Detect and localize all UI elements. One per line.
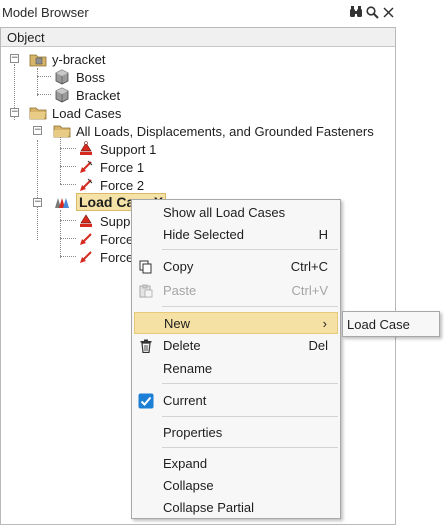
tree-node-force-1[interactable]: Force 1: [77, 158, 144, 176]
tree-connector: [37, 140, 38, 240]
menu-separator: [162, 383, 338, 384]
context-menu: Show all Load Cases Hide Selected H Copy…: [131, 199, 341, 519]
menu-item-properties[interactable]: Properties: [134, 422, 338, 444]
tree-node-bracket[interactable]: Bracket: [53, 86, 120, 104]
tree-node-load-cases[interactable]: Load Cases: [29, 104, 121, 122]
title-bar: Model Browser: [0, 0, 444, 26]
assembly-icon: [29, 50, 47, 68]
support-icon: [77, 212, 95, 230]
window-title: Model Browser: [2, 5, 89, 20]
menu-separator: [162, 416, 338, 417]
submenu-item-load-case[interactable]: Load Case: [347, 317, 410, 332]
menu-item-hide-selected[interactable]: Hide Selected H: [134, 224, 338, 246]
tree-node-boss[interactable]: Boss: [53, 68, 105, 86]
tree-connector: [60, 256, 76, 257]
part-icon: [53, 68, 71, 86]
force-icon: [77, 248, 95, 266]
tree-connector: [60, 210, 61, 258]
column-header[interactable]: Object: [1, 28, 395, 47]
tree-connector: [60, 238, 76, 239]
binoculars-icon[interactable]: [348, 4, 364, 20]
folder-icon: [29, 104, 47, 122]
tree-connector: [60, 136, 61, 184]
menu-item-delete[interactable]: Delete Del: [134, 335, 338, 357]
tree-connector: [60, 184, 76, 185]
checkmark-icon: [138, 393, 154, 409]
column-header-label: Object: [7, 30, 45, 45]
folder-icon: [53, 122, 71, 140]
tree-connector: [37, 94, 51, 95]
menu-item-new[interactable]: New ›: [134, 312, 338, 334]
tree-node-all-loads[interactable]: All Loads, Displacements, and Grounded F…: [53, 122, 374, 140]
menu-item-expand[interactable]: Expand: [134, 453, 338, 475]
menu-item-show-all-load-cases[interactable]: Show all Load Cases: [134, 202, 338, 224]
close-icon[interactable]: [380, 4, 396, 20]
menu-item-paste[interactable]: Paste Ctrl+V: [134, 280, 338, 302]
tree-connector: [37, 68, 38, 96]
menu-separator: [162, 306, 338, 307]
force-icon: [77, 230, 95, 248]
trash-icon: [138, 338, 154, 354]
collapse-toggle-y-bracket[interactable]: −: [10, 54, 19, 63]
menu-item-rename[interactable]: Rename: [134, 358, 338, 380]
search-icon[interactable]: [364, 4, 380, 20]
menu-item-collapse[interactable]: Collapse: [134, 475, 338, 497]
load-case-icon: [53, 193, 71, 211]
menu-item-collapse-partial[interactable]: Collapse Partial: [134, 497, 338, 519]
collapse-toggle-load-cases[interactable]: −: [10, 108, 19, 117]
menu-separator: [162, 447, 338, 448]
force-icon: [77, 158, 95, 176]
collapse-toggle-all-loads[interactable]: −: [33, 126, 42, 135]
menu-item-copy[interactable]: Copy Ctrl+C: [134, 256, 338, 278]
copy-icon: [138, 259, 154, 275]
tree-node-force-2[interactable]: Force 2: [77, 176, 144, 194]
tree-connector: [60, 220, 76, 221]
tree-node-y-bracket[interactable]: y-bracket: [29, 50, 105, 68]
part-icon: [53, 86, 71, 104]
submenu-new: Load Case: [342, 311, 440, 337]
chevron-right-icon: ›: [322, 316, 327, 331]
force-icon: [77, 176, 95, 194]
support-icon: [77, 140, 95, 158]
tree-node-support-1[interactable]: Support 1: [77, 140, 156, 158]
collapse-toggle-load-case-x[interactable]: −: [33, 198, 42, 207]
menu-separator: [162, 249, 338, 250]
tree-connector: [60, 148, 76, 149]
menu-item-current[interactable]: Current: [134, 390, 338, 412]
tree-connector: [37, 76, 51, 77]
paste-icon: [138, 283, 154, 299]
tree-connector: [60, 166, 76, 167]
